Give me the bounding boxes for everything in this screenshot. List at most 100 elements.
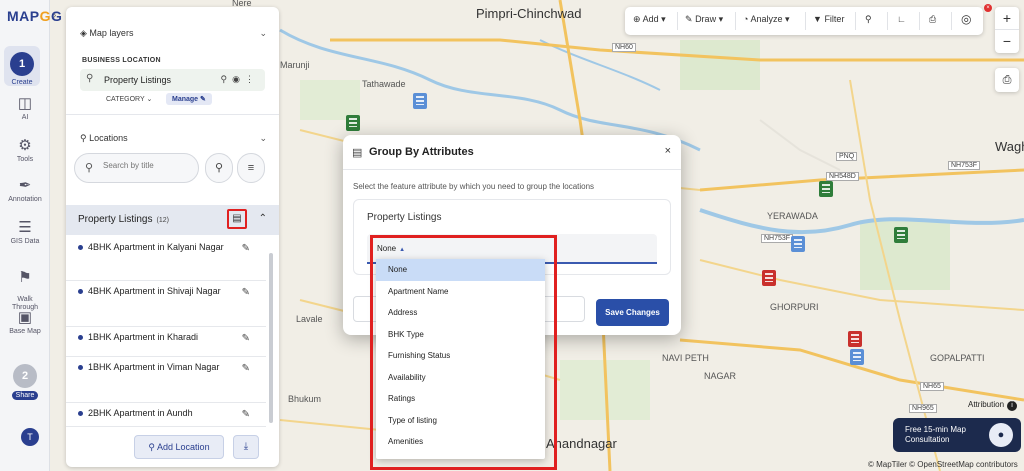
map-label-ghorpuri: GHORPURI (770, 302, 819, 312)
zoom-controls: + − (995, 7, 1019, 53)
download-button[interactable]: ⤓ (233, 435, 259, 459)
locations-header[interactable]: ⚲ Locations (80, 133, 128, 144)
dropdown-option[interactable]: None (376, 259, 545, 281)
settings-sliders-button[interactable]: ≡ (237, 153, 265, 183)
chevron-down-icon[interactable]: ⌄ (259, 133, 267, 144)
plus-circle-icon: ⊕ (633, 14, 641, 24)
rail-item-walkthrough[interactable]: ⚑ Walk Through (0, 262, 50, 312)
property-marker[interactable] (819, 181, 833, 197)
list-title: Property Listings (12) (78, 214, 169, 225)
list-item[interactable]: 4BHK Apartment in Shivaji Nagar ✎ (66, 281, 266, 327)
layer-row[interactable]: ⚲ Property Listings ⚲◉⋮ (80, 69, 265, 91)
layers-panel: ◈ Map layers ⌄ BUSINESS LOCATION ⚲ Prope… (66, 7, 279, 467)
chevron-up-icon[interactable]: ⌃ (259, 213, 267, 224)
edit-icon[interactable]: ✎ (242, 363, 250, 374)
edit-icon[interactable]: ✎ (242, 287, 250, 298)
business-location-label: BUSINESS LOCATION (82, 57, 161, 64)
draw-button[interactable]: ✎ Draw ▾ (685, 14, 723, 25)
list-item-title: 4BHK Apartment in Kalyani Nagar (88, 242, 224, 252)
info-icon: i (1007, 401, 1018, 411)
road-badge: NH965 (909, 404, 937, 413)
list-item-title: 1BHK Apartment in Kharadi (88, 332, 199, 342)
list-item[interactable]: 1BHK Apartment in Kharadi ✎ (66, 327, 266, 357)
close-icon[interactable]: × (665, 145, 671, 157)
locate-icon[interactable]: ◎ (961, 12, 971, 26)
location-filter-button[interactable]: ⚲ (205, 153, 233, 183)
dropdown-option[interactable]: BHK Type (376, 324, 545, 346)
add-location-button[interactable]: ⚲ Add Location (134, 435, 224, 459)
map-layers-header[interactable]: ◈ Map layers (80, 28, 133, 39)
rail-item-gis-data[interactable]: ☰ GIS Data (0, 220, 50, 246)
list-item-title: 2BHK Apartment in Aundh (88, 408, 193, 418)
map-label-lavale: Lavale (296, 314, 323, 324)
map-label-marunji: Marunji (280, 60, 310, 70)
property-marker[interactable] (894, 227, 908, 243)
property-marker[interactable] (346, 115, 360, 131)
zoom-icon[interactable]: ⚲ (221, 74, 233, 84)
dropdown-option[interactable]: Address (376, 302, 545, 324)
analyze-button[interactable]: ◔ Analyze ▾ (743, 14, 790, 25)
rail-item-create[interactable]: 1 Create (4, 46, 40, 86)
measure-icon[interactable]: ∟ (897, 14, 906, 24)
sliders-icon: ≡ (247, 162, 255, 174)
dropdown-option[interactable]: Amenities (376, 431, 545, 453)
step-badge: 1 (10, 52, 34, 76)
print-icon[interactable]: ⎙ (929, 14, 936, 25)
edit-icon[interactable]: ✎ (242, 243, 250, 254)
collapse-chevron-icon[interactable]: › (53, 10, 56, 21)
manage-button[interactable]: Manage ✎ (166, 93, 212, 105)
zoom-out-button[interactable]: − (995, 30, 1019, 53)
rail-item-annotation[interactable]: ✒ Annotation (0, 178, 50, 204)
list-header: Property Listings (12) ▤ ⌃ (66, 205, 279, 235)
rail-item-ai[interactable]: ◫ AI (0, 96, 50, 122)
map-label-navi-peth: NAVI PETH (662, 353, 709, 363)
property-marker[interactable] (848, 331, 862, 347)
list-item[interactable]: 1BHK Apartment in Viman Nagar ✎ (66, 357, 266, 403)
dropdown-option[interactable]: Furnishing Status (376, 345, 545, 367)
search-box[interactable]: ⚲ (74, 153, 199, 183)
caret-up-icon: ▲ (399, 247, 406, 253)
print-button[interactable]: ⎙ (995, 68, 1019, 92)
road-badge: NH753F (761, 234, 794, 243)
property-marker[interactable] (791, 236, 805, 252)
map-copyright: © MapTiler © OpenStreetMap contributors (868, 460, 1018, 469)
filter-button[interactable]: ▼ Filter (813, 14, 844, 24)
share-label: Share (11, 391, 39, 400)
chevron-down-icon[interactable]: ⌄ (259, 28, 267, 39)
rail-item-share[interactable]: 2 Share (0, 364, 50, 400)
chat-icon[interactable]: ● (989, 423, 1013, 447)
save-changes-button[interactable]: Save Changes (596, 299, 669, 326)
search-icon[interactable]: ⚲ (865, 14, 872, 25)
list-scrollbar[interactable] (269, 253, 273, 423)
list-item[interactable]: 4BHK Apartment in Kalyani Nagar ✎ (66, 237, 266, 281)
property-marker[interactable] (850, 349, 864, 365)
top-toolbar: ⊕ Add ▾ ✎ Draw ▾ ◔ Analyze ▾ ▼ Filter ⚲ … (625, 7, 983, 35)
edit-icon[interactable]: ✎ (242, 333, 250, 344)
add-button[interactable]: ⊕ Add ▾ (633, 14, 666, 25)
edit-icon[interactable]: ✎ (242, 409, 250, 420)
more-icon[interactable]: ⋮ (245, 74, 259, 84)
attribution-toggle[interactable]: Attribution i (968, 400, 1018, 411)
attribute-dropdown-menu: None Apartment Name Address BHK Type Fur… (376, 259, 545, 459)
search-icon: ⚲ (85, 162, 94, 174)
search-input[interactable] (103, 161, 193, 170)
dropdown-option[interactable]: Type of listing (376, 410, 545, 432)
close-badge-icon[interactable]: × (984, 4, 992, 12)
dropdown-option[interactable]: Apartment Name (376, 281, 545, 303)
rail-item-tools[interactable]: ⚙ Tools (0, 138, 50, 164)
consultation-widget[interactable]: Free 15-min Map Consultation ● (893, 418, 1021, 452)
property-marker[interactable] (413, 93, 427, 109)
rail-item-basemap[interactable]: ▣ Base Map (0, 310, 50, 336)
property-marker[interactable] (762, 270, 776, 286)
category-dropdown[interactable]: CATEGORY ⌄ (106, 95, 152, 103)
map-label-pimpri: Pimpri-Chinchwad (476, 6, 582, 21)
zoom-in-button[interactable]: + (995, 7, 1019, 30)
dropdown-option[interactable]: Ratings (376, 388, 545, 410)
group-by-button[interactable]: ▤ (227, 209, 247, 229)
group-icon: ▤ (232, 213, 242, 224)
avatar[interactable]: T (21, 428, 39, 446)
list-item[interactable]: 2BHK Apartment in Aundh ✎ (66, 403, 266, 427)
map-label-nagar: NAGAR (704, 371, 737, 381)
dropdown-option[interactable]: Availability (376, 367, 545, 389)
eye-icon[interactable]: ◉ (232, 74, 245, 84)
